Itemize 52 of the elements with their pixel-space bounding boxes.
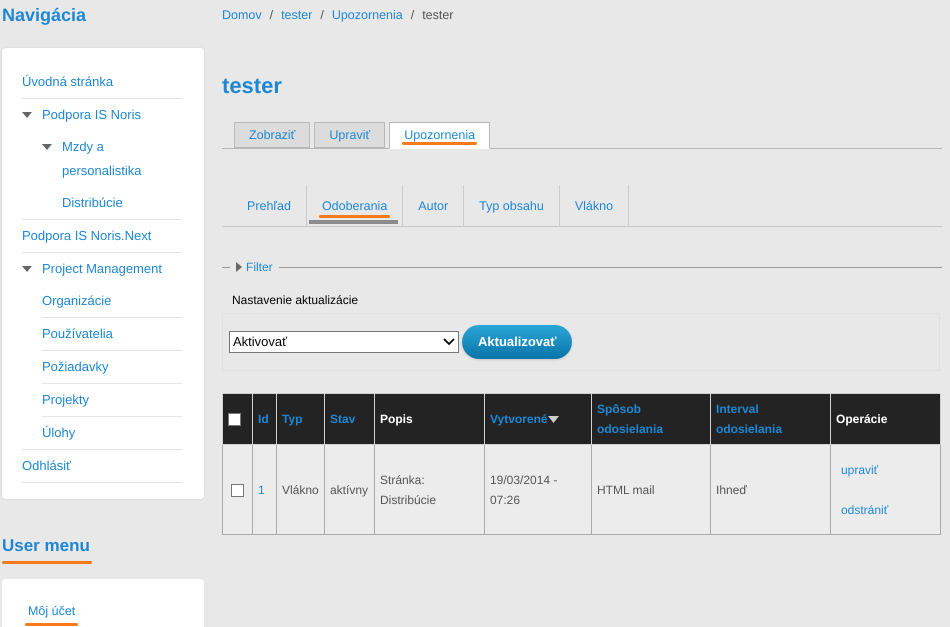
table-cell: Stránka: Distribúcie: [380, 472, 436, 506]
subtab[interactable]: Prehľad: [232, 185, 306, 227]
nav-link[interactable]: Úvodná stránka: [22, 70, 114, 94]
sidebar-title: User menu: [2, 536, 90, 556]
chevron-down-icon: [443, 338, 455, 346]
breadcrumb-link[interactable]: tester: [281, 6, 312, 24]
tab[interactable]: Upozornenia: [389, 122, 490, 149]
fieldset-legend: Nastavenie aktualizácie: [232, 291, 942, 309]
subtab[interactable]: Vlákno: [558, 185, 630, 227]
column-sort-link[interactable]: Typ: [282, 409, 302, 429]
nav-link[interactable]: Požiadavky: [42, 355, 108, 379]
user-menu-link[interactable]: Môj účet: [28, 604, 76, 618]
breadcrumb-link[interactable]: Upozornenia: [332, 6, 403, 24]
nav-link[interactable]: Organizácie: [42, 289, 112, 313]
nav-link[interactable]: Distribúcie: [62, 191, 123, 215]
row-id-link[interactable]: 1: [258, 482, 265, 496]
nav-link[interactable]: Project Management: [42, 257, 162, 281]
nav-link[interactable]: Mzdy a personalistika: [62, 135, 182, 183]
table-cell: Vlákno: [282, 482, 319, 496]
subtab[interactable]: Odoberania: [306, 185, 402, 227]
action-select[interactable]: Aktivovať: [229, 331, 459, 353]
breadcrumb-link[interactable]: Domov: [222, 6, 262, 24]
subtab[interactable]: Typ obsahu: [463, 185, 559, 227]
nav-link[interactable]: Úlohy: [42, 421, 76, 445]
breadcrumb-separator: /: [270, 6, 274, 24]
nav-link[interactable]: Podpora IS Noris: [42, 103, 141, 127]
nav-link[interactable]: Používatelia: [42, 322, 113, 346]
operation-link[interactable]: odstrániť: [841, 500, 888, 520]
column-sort-link[interactable]: Id: [258, 409, 269, 429]
table-cell: Ihneď: [716, 482, 747, 496]
checkbox[interactable]: [231, 484, 244, 497]
nav-link[interactable]: Podpora IS Noris.Next: [22, 224, 152, 248]
column-header: Popis: [380, 412, 413, 426]
breadcrumb-separator: /: [320, 6, 324, 24]
breadcrumb-separator: /: [410, 6, 414, 24]
page-title: tester: [222, 73, 283, 99]
table-cell: aktívny: [330, 482, 368, 496]
tab[interactable]: Upraviť: [314, 122, 386, 148]
nav-link[interactable]: Projekty: [42, 388, 89, 412]
sidebar-title: Navigácia: [2, 4, 88, 26]
column-header: Operácie: [836, 412, 888, 426]
nav-link[interactable]: Odhlásiť: [22, 454, 71, 478]
table-cell: 19/03/2014 - 07:26: [490, 472, 558, 506]
table-cell: HTML mail: [597, 482, 655, 496]
subtab[interactable]: Autor: [402, 185, 464, 227]
tab[interactable]: Zobraziť: [234, 122, 310, 148]
breadcrumb-current: tester: [422, 6, 454, 24]
column-sort-link[interactable]: Stav: [330, 409, 356, 429]
update-button[interactable]: Aktualizovať: [462, 325, 572, 359]
filter-toggle[interactable]: Filter: [230, 258, 279, 276]
operation-link[interactable]: upraviť: [841, 460, 878, 480]
checkbox[interactable]: [228, 413, 241, 426]
